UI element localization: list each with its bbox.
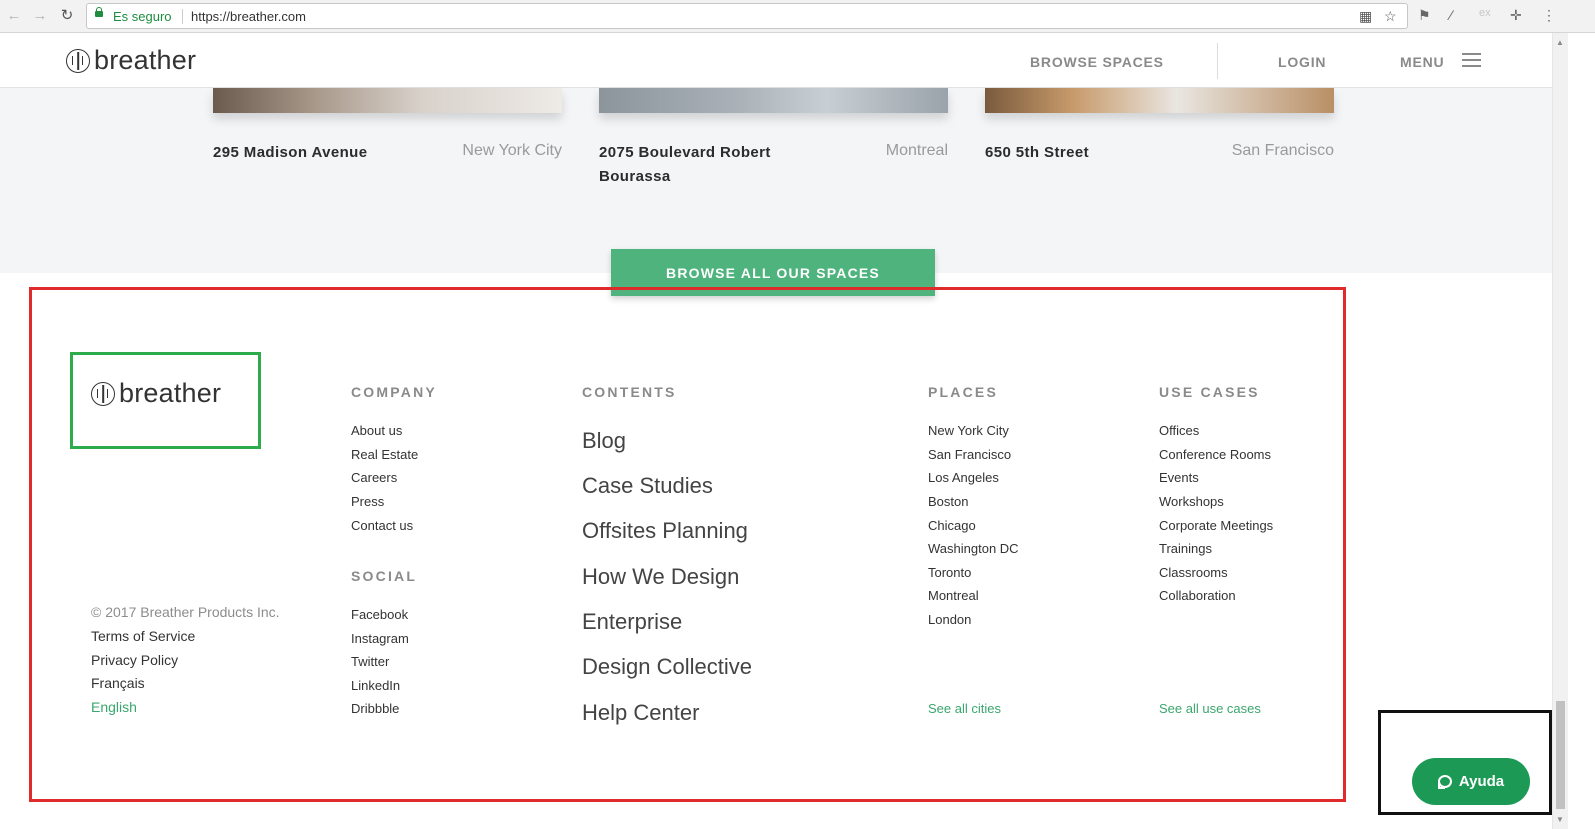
footer-link-washington-dc[interactable]: Washington DC — [928, 541, 1019, 556]
secure-label: Es seguro — [113, 9, 172, 24]
footer-link-events[interactable]: Events — [1159, 470, 1199, 485]
contents-heading: CONTENTS — [582, 384, 677, 400]
footer-link-instagram[interactable]: Instagram — [351, 631, 409, 646]
move-cross-icon[interactable]: ✛ — [1510, 7, 1522, 24]
footer-link-london[interactable]: London — [928, 612, 971, 627]
forward-icon[interactable]: → — [30, 6, 50, 26]
space-name-bourassa-line2: Bourassa — [599, 168, 671, 185]
footer-link-about-us[interactable]: About us — [351, 423, 402, 438]
footer-link-case-studies[interactable]: Case Studies — [582, 473, 713, 499]
language-english-link[interactable]: English — [91, 699, 137, 715]
site-header: breather BROWSE SPACES LOGIN MENU — [0, 33, 1552, 88]
footer-link-help-center[interactable]: Help Center — [582, 700, 699, 726]
language-francais-link[interactable]: Français — [91, 675, 145, 691]
eyedropper-icon[interactable]: ∕ — [1450, 7, 1452, 23]
footer-link-offsites-planning[interactable]: Offsites Planning — [582, 518, 748, 544]
scroll-up-arrow-icon[interactable]: ▲ — [1556, 38, 1564, 47]
footer-link-real-estate[interactable]: Real Estate — [351, 447, 418, 462]
browse-spaces-link[interactable]: BROWSE SPACES — [1030, 54, 1164, 70]
footer-link-how-we-design[interactable]: How We Design — [582, 564, 739, 590]
footer-link-corporate-meetings[interactable]: Corporate Meetings — [1159, 518, 1273, 533]
company-heading: COMPANY — [351, 384, 437, 400]
footer-link-facebook[interactable]: Facebook — [351, 607, 408, 622]
footer-link-san-francisco[interactable]: San Francisco — [928, 447, 1011, 462]
footer-link-blog[interactable]: Blog — [582, 428, 626, 454]
reload-icon[interactable]: ↻ — [57, 6, 77, 26]
space-city-madison: New York City — [462, 142, 562, 159]
footer-leaf-logo-icon — [91, 381, 115, 406]
leaf-logo-icon — [66, 48, 90, 73]
footer-link-boston[interactable]: Boston — [928, 494, 968, 509]
copyright-text: © 2017 Breather Products Inc. — [91, 604, 280, 620]
help-chat-button[interactable]: Ayuda — [1412, 758, 1530, 805]
footer-link-press[interactable]: Press — [351, 494, 384, 509]
header-divider — [1217, 43, 1218, 79]
footer-link-trainings[interactable]: Trainings — [1159, 541, 1212, 556]
space-name-5th-street[interactable]: 650 5th Street — [985, 141, 1089, 165]
page-scrollbar[interactable]: ▲ ▼ — [1552, 33, 1568, 829]
space-name-madison[interactable]: 295 Madison Avenue — [213, 141, 367, 165]
space-photo-5th-street[interactable] — [985, 88, 1334, 113]
footer-link-classrooms[interactable]: Classrooms — [1159, 565, 1228, 580]
space-name-bourassa[interactable]: 2075 Boulevard Robert Bourassa — [599, 141, 771, 189]
footer-link-twitter[interactable]: Twitter — [351, 654, 389, 669]
header-logo-text: breather — [94, 45, 197, 75]
space-city-bourassa: Montreal — [885, 142, 948, 159]
browser-toolbar: ← → ↻ Es seguro https://breather.com ▦ ☆… — [0, 0, 1595, 33]
bookmark-star-icon[interactable]: ☆ — [1384, 8, 1397, 25]
header-logo[interactable]: breather — [66, 45, 196, 76]
space-name-bourassa-line1: 2075 Boulevard Robert — [599, 144, 771, 161]
footer-link-enterprise[interactable]: Enterprise — [582, 609, 682, 635]
footer-link-workshops[interactable]: Workshops — [1159, 494, 1224, 509]
space-photo-bourassa[interactable] — [599, 88, 948, 113]
space-photo-madison[interactable] — [213, 88, 562, 113]
footer-link-dribbble[interactable]: Dribbble — [351, 701, 399, 716]
footer-logo[interactable]: breather — [91, 378, 221, 409]
space-city-5th-street: San Francisco — [1231, 142, 1334, 159]
see-all-use-cases-link[interactable]: See all use cases — [1159, 701, 1261, 716]
use-cases-heading: USE CASES — [1159, 384, 1260, 400]
footer-link-contact-us[interactable]: Contact us — [351, 518, 413, 533]
extension-flag-icon[interactable]: ⚑ — [1418, 7, 1431, 24]
footer-logo-text: breather — [119, 378, 222, 408]
address-bar[interactable]: Es seguro https://breather.com ▦ ☆ — [86, 3, 1408, 29]
login-link[interactable]: LOGIN — [1278, 54, 1326, 70]
social-heading: SOCIAL — [351, 568, 418, 584]
back-icon[interactable]: ← — [4, 6, 24, 26]
menu-link[interactable]: MENU — [1400, 54, 1444, 70]
footer-link-new-york-city[interactable]: New York City — [928, 423, 1009, 438]
hamburger-icon[interactable] — [1462, 53, 1481, 71]
address-separator — [182, 9, 183, 24]
scroll-down-arrow-icon[interactable]: ▼ — [1556, 815, 1564, 824]
lock-icon — [95, 7, 103, 17]
footer-link-los-angeles[interactable]: Los Angeles — [928, 470, 999, 485]
footer-link-montreal[interactable]: Montreal — [928, 588, 979, 603]
footer-link-linkedin[interactable]: LinkedIn — [351, 678, 400, 693]
see-all-cities-link[interactable]: See all cities — [928, 701, 1001, 716]
browser-menu-icon[interactable]: ⋮ — [1542, 7, 1556, 24]
extension-ex-icon[interactable]: ex — [1479, 7, 1491, 19]
privacy-policy-link[interactable]: Privacy Policy — [91, 652, 178, 668]
footer-link-careers[interactable]: Careers — [351, 470, 397, 485]
footer-link-toronto[interactable]: Toronto — [928, 565, 971, 580]
featured-spaces-section — [0, 88, 1552, 273]
footer-link-chicago[interactable]: Chicago — [928, 518, 976, 533]
footer-link-design-collective[interactable]: Design Collective — [582, 654, 752, 680]
translate-icon[interactable]: ▦ — [1359, 8, 1372, 25]
terms-of-service-link[interactable]: Terms of Service — [91, 628, 195, 644]
footer-link-collaboration[interactable]: Collaboration — [1159, 588, 1236, 603]
places-heading: PLACES — [928, 384, 998, 400]
help-chat-label: Ayuda — [1458, 773, 1505, 790]
chat-bubble-icon — [1437, 775, 1452, 789]
url-text[interactable]: https://breather.com — [191, 9, 306, 24]
footer-link-conference-rooms[interactable]: Conference Rooms — [1159, 447, 1271, 462]
scrollbar-thumb[interactable] — [1556, 701, 1565, 809]
footer-link-offices[interactable]: Offices — [1159, 423, 1199, 438]
